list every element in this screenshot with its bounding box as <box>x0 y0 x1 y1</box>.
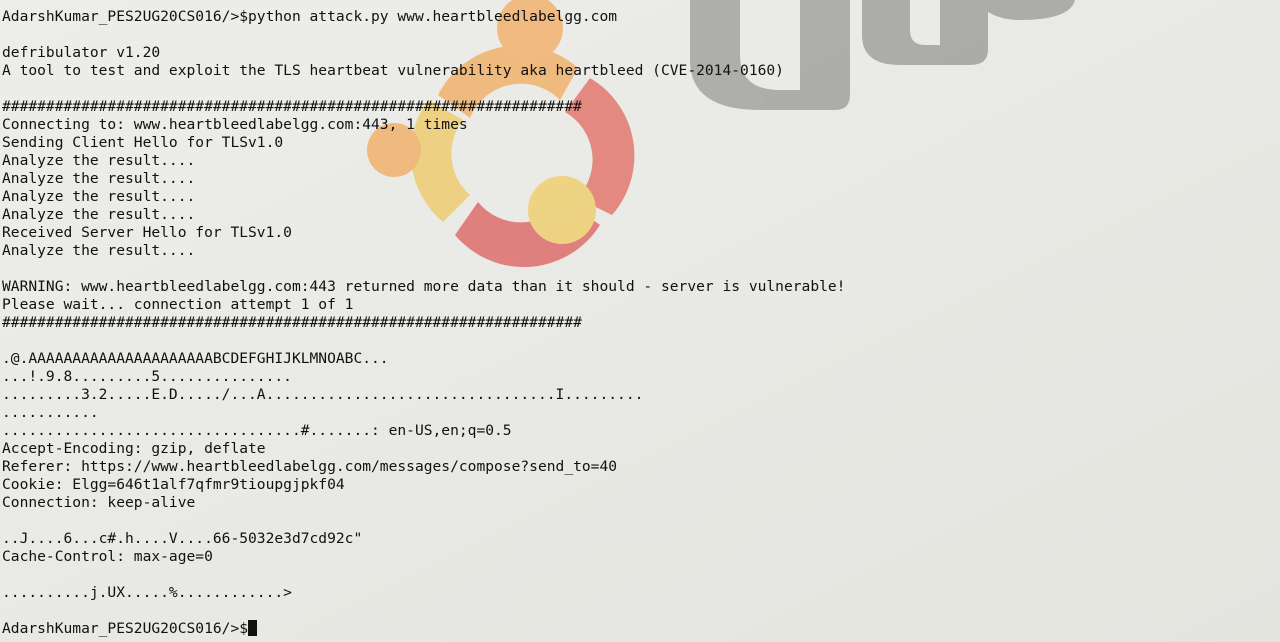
terminal-line: Cache-Control: max-age=0 <box>2 548 213 565</box>
terminal-prompt-line[interactable]: AdarshKumar_PES2UG20CS016/>$ <box>2 620 845 638</box>
terminal-line: Accept-Encoding: gzip, deflate <box>2 440 266 457</box>
terminal-line: Referer: https://www.heartbleedlabelgg.c… <box>2 458 618 475</box>
shell-prompt: AdarshKumar_PES2UG20CS016/>$ <box>2 620 249 637</box>
terminal-line: ..........j.UX.....%............> <box>2 584 292 601</box>
terminal-line: .@.AAAAAAAAAAAAAAAAAAAAABCDEFGHIJKLMNOAB… <box>2 350 389 367</box>
terminal-line: .........3.2.....E.D...../...A..........… <box>2 386 644 403</box>
terminal-line: Analyze the result.... <box>2 242 196 259</box>
terminal-line: ..................................#.....… <box>2 422 512 439</box>
terminal-line: Analyze the result.... <box>2 188 196 205</box>
terminal-line: Sending Client Hello for TLSv1.0 <box>2 134 284 151</box>
terminal-line: AdarshKumar_PES2UG20CS016/>$python attac… <box>2 8 618 25</box>
terminal-line: Connecting to: www.heartbleedlabelgg.com… <box>2 116 468 133</box>
terminal-output[interactable]: AdarshKumar_PES2UG20CS016/>$python attac… <box>2 8 845 638</box>
terminal-line: Analyze the result.... <box>2 206 196 223</box>
terminal-line: Analyze the result.... <box>2 152 196 169</box>
terminal-line: Connection: keep-alive <box>2 494 196 511</box>
terminal-line: defribulator v1.20 <box>2 44 161 61</box>
terminal-line: A tool to test and exploit the TLS heart… <box>2 62 784 79</box>
terminal-line: WARNING: www.heartbleedlabelgg.com:443 r… <box>2 278 846 295</box>
terminal-line: ########################################… <box>2 98 582 115</box>
terminal-line: ########################################… <box>2 314 582 331</box>
terminal-line: ..J....6...c#.h....V....66-5032e3d7cd92c… <box>2 530 363 547</box>
terminal-line: Received Server Hello for TLSv1.0 <box>2 224 292 241</box>
text-cursor <box>248 620 258 636</box>
terminal-line: Cookie: Elgg=646t1alf7qfmr9tioupgjpkf04 <box>2 476 345 493</box>
terminal-line: ...!.9.8.........5............... <box>2 368 292 385</box>
terminal-line: Analyze the result.... <box>2 170 196 187</box>
terminal-line: Please wait... connection attempt 1 of 1 <box>2 296 354 313</box>
terminal-line: ........... <box>2 404 99 421</box>
